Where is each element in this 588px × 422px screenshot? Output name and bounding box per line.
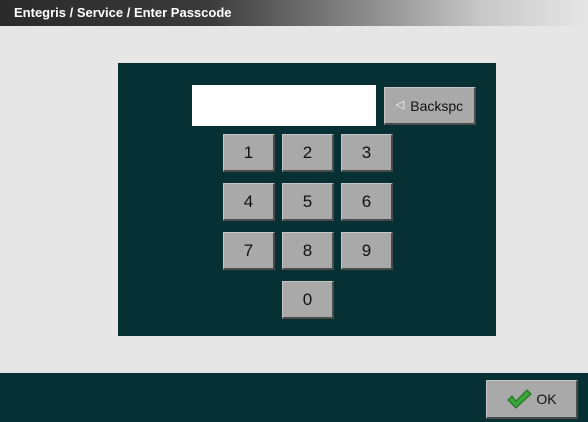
key-5[interactable]: 5	[282, 183, 334, 221]
checkmark-icon	[507, 389, 533, 409]
ok-label: OK	[536, 391, 557, 407]
key-2[interactable]: 2	[282, 134, 334, 172]
key-0[interactable]: 0	[282, 281, 334, 319]
key-6[interactable]: 6	[341, 183, 393, 221]
passcode-field[interactable]	[192, 85, 376, 126]
key-8[interactable]: 8	[282, 232, 334, 270]
key-9[interactable]: 9	[341, 232, 393, 270]
backspace-label: Backspc	[410, 97, 464, 114]
key-3[interactable]: 3	[341, 134, 393, 172]
passcode-screen: Entegris / Service / Enter Passcode ◁ Ba…	[0, 0, 588, 422]
backspace-button[interactable]: ◁ Backspc	[384, 87, 476, 125]
title-bar: Entegris / Service / Enter Passcode	[0, 0, 588, 26]
key-1[interactable]: 1	[223, 134, 275, 172]
key-7[interactable]: 7	[223, 232, 275, 270]
triangle-left-icon: ◁	[395, 99, 405, 111]
ok-button[interactable]: OK	[486, 380, 578, 419]
key-4[interactable]: 4	[223, 183, 275, 221]
breadcrumb: Entegris / Service / Enter Passcode	[14, 5, 232, 20]
